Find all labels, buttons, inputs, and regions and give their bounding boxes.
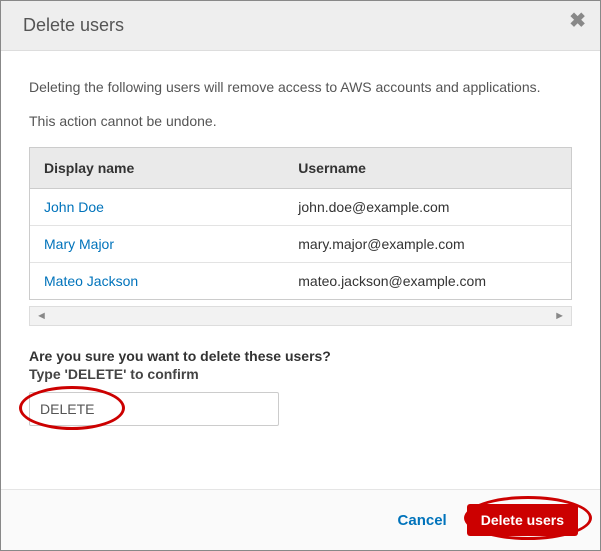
- confirm-hint: Type 'DELETE' to confirm: [29, 366, 572, 382]
- warning-text: This action cannot be undone.: [29, 113, 572, 129]
- modal-footer: Cancel Delete users: [1, 489, 600, 550]
- confirm-question: Are you sure you want to delete these us…: [29, 348, 572, 364]
- user-link[interactable]: Mary Major: [44, 236, 114, 252]
- users-table: Display name Username John Doe john.doe@…: [30, 148, 571, 299]
- table-row: John Doe john.doe@example.com: [30, 189, 571, 226]
- scroll-right-icon[interactable]: ►: [554, 310, 565, 322]
- close-icon[interactable]: ✖: [569, 11, 586, 31]
- user-username: mateo.jackson@example.com: [284, 263, 571, 300]
- table-row: Mateo Jackson mateo.jackson@example.com: [30, 263, 571, 300]
- modal-body: Deleting the following users will remove…: [1, 51, 600, 489]
- horizontal-scrollbar[interactable]: ◄ ►: [29, 306, 572, 326]
- user-link[interactable]: Mateo Jackson: [44, 273, 138, 289]
- modal-header: Delete users ✖: [1, 1, 600, 51]
- table-row: Mary Major mary.major@example.com: [30, 226, 571, 263]
- confirm-input[interactable]: [29, 392, 279, 426]
- scroll-left-icon[interactable]: ◄: [36, 310, 47, 322]
- confirm-input-row: [29, 392, 279, 426]
- user-username: john.doe@example.com: [284, 189, 571, 226]
- delete-users-button[interactable]: Delete users: [467, 504, 578, 536]
- delete-users-modal: Delete users ✖ Deleting the following us…: [0, 0, 601, 551]
- col-display-name: Display name: [30, 148, 284, 189]
- modal-title: Delete users: [23, 15, 124, 35]
- cancel-button[interactable]: Cancel: [394, 506, 451, 535]
- intro-text: Deleting the following users will remove…: [29, 79, 572, 95]
- user-username: mary.major@example.com: [284, 226, 571, 263]
- user-link[interactable]: John Doe: [44, 199, 104, 215]
- users-table-wrap: Display name Username John Doe john.doe@…: [29, 147, 572, 300]
- col-username: Username: [284, 148, 571, 189]
